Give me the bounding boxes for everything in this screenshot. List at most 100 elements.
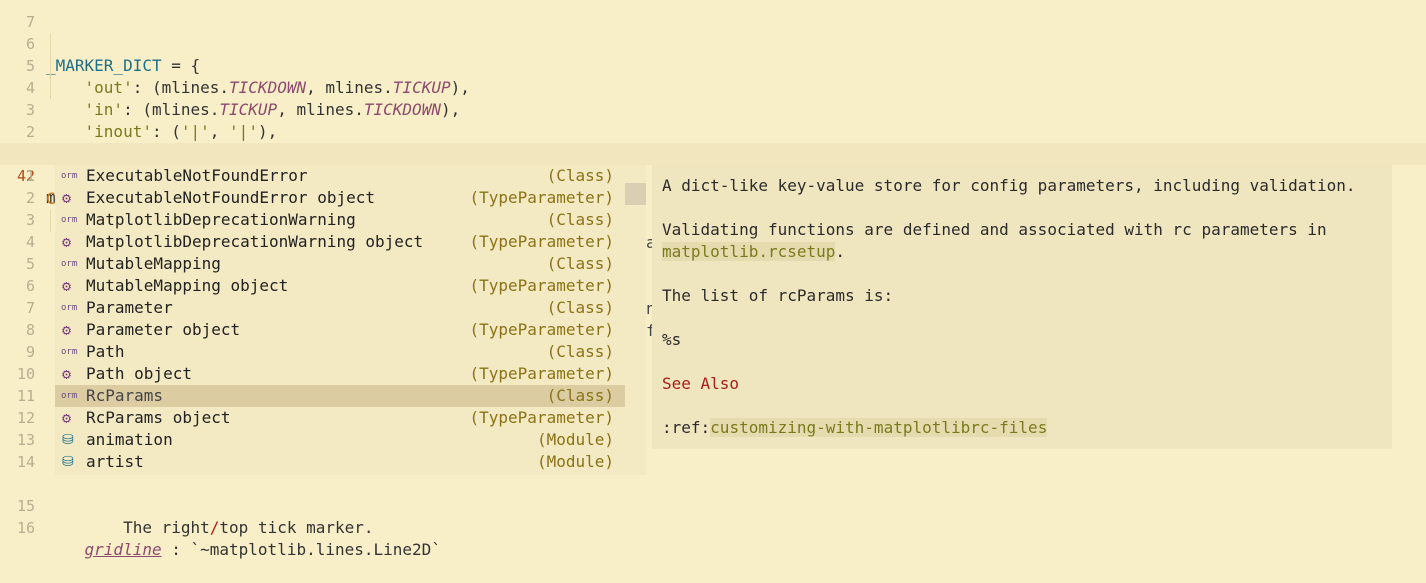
code-text: right: [161, 518, 210, 537]
current-line[interactable]: 42 mpl.⁀: [0, 143, 1426, 207]
completion-item-kind: (Class): [546, 386, 614, 405]
line-number: 4: [25, 233, 35, 251]
completion-item[interactable]: ⚙ ExecutableNotFoundError object (TypePara…: [55, 187, 625, 209]
completion-item-kind: (Class): [546, 298, 614, 317]
code-line: 15 The right/top tick marker.: [0, 473, 1426, 537]
completion-item-label: RcParams: [86, 386, 164, 405]
completion-item[interactable]: ⛁ animation (Module): [55, 429, 625, 451]
completion-item[interactable]: orm RcParams (Class): [55, 385, 625, 407]
line-number: 8: [25, 321, 35, 339]
completion-item-label: artist: [86, 452, 144, 471]
completion-item-kind: (Class): [546, 210, 614, 229]
doc-text: A dict-like key-value store for config p…: [662, 176, 1356, 195]
completion-item[interactable]: orm MutableMapping (Class): [55, 253, 625, 275]
class-icon: orm: [61, 303, 78, 313]
code-line: 2 }: [0, 99, 1426, 163]
completion-item-kind: (TypeParameter): [469, 364, 615, 383]
documentation-popup: A dict-like key-value store for config p…: [652, 165, 1392, 449]
code-line: 4 'in': (mlines.TICKUP, mlines.TICKDOWN)…: [0, 55, 1426, 119]
completion-item-kind: (TypeParameter): [469, 188, 615, 207]
completion-item-label: Path object: [86, 364, 192, 383]
completion-item[interactable]: orm Path (Class): [55, 341, 625, 363]
completion-item[interactable]: ⛁ artist (Module): [55, 451, 625, 473]
line-number: 3: [25, 211, 35, 229]
type-parameter-icon: ⚙: [62, 321, 72, 339]
completion-item-kind: (TypeParameter): [469, 408, 615, 427]
line-number: 12: [16, 409, 35, 427]
completion-item-label: Parameter: [86, 298, 173, 317]
completion-item-kind: (Class): [546, 166, 614, 185]
module-icon: ⛁: [62, 454, 74, 470]
line-number: 14: [16, 453, 35, 471]
class-icon: orm: [61, 215, 78, 225]
completion-scrollbar[interactable]: [625, 165, 646, 475]
doc-code-span: customizing-with-matplotlibrc-files: [710, 418, 1048, 437]
completion-item[interactable]: ⚙ MutableMapping object (TypeParameter): [55, 275, 625, 297]
completion-item-label: RcParams object: [86, 408, 231, 427]
line-number: 1: [25, 167, 35, 185]
completion-item[interactable]: orm Parameter (Class): [55, 297, 625, 319]
completion-item-kind: (Class): [546, 254, 614, 273]
class-icon: orm: [61, 391, 78, 401]
module-icon: ⛁: [62, 432, 74, 448]
completion-item-kind: (TypeParameter): [469, 320, 615, 339]
doc-text: Validating functions are defined and ass…: [662, 220, 1327, 239]
code-line: 3 'inout': ('|', '|'),: [0, 77, 1426, 141]
completion-item-label: ExecutableNotFoundError object: [86, 188, 375, 207]
line-number: 10: [16, 365, 35, 383]
doc-heading: See Also: [662, 374, 740, 393]
line-number: 13: [16, 431, 35, 449]
completion-item-label: animation: [86, 430, 173, 449]
class-icon: orm: [61, 259, 78, 269]
doc-text: %s: [662, 330, 682, 349]
code-text: top tick marker.: [219, 518, 374, 537]
code-line: 7: [0, 0, 1426, 31]
line-number: 5: [25, 255, 35, 273]
completion-scrollbar-thumb[interactable]: [625, 183, 646, 205]
parameter-name: gridline: [84, 540, 162, 559]
completion-item-label: MatplotlibDeprecationWarning: [86, 210, 356, 229]
code-line: 16 gridline : `~matplotlib.lines.Line2D`: [0, 495, 1426, 559]
completion-item[interactable]: orm ExecutableNotFoundError (Class): [55, 165, 625, 187]
line-number: 9: [25, 343, 35, 361]
completion-item[interactable]: ⚙ Parameter object (TypeParameter): [55, 319, 625, 341]
completion-item[interactable]: ⚙ MatplotlibDeprecationWarning object (Typ…: [55, 231, 625, 253]
completion-item-label: MutableMapping: [86, 254, 221, 273]
completion-item-kind: (Module): [536, 430, 614, 449]
completion-item-kind: (Module): [536, 452, 614, 471]
code-text: /: [209, 518, 220, 537]
line-number: 2: [25, 189, 35, 207]
class-icon: orm: [61, 347, 78, 357]
line-number: 7: [25, 299, 35, 317]
completion-item[interactable]: orm MatplotlibDeprecationWarning (Class): [55, 209, 625, 231]
completion-item-kind: (Class): [546, 342, 614, 361]
type-parameter-icon: ⚙: [62, 365, 72, 383]
line-number: 11: [16, 387, 35, 405]
code-line: 1: [0, 121, 1426, 163]
doc-text: The list of rcParams is:: [662, 286, 894, 305]
code-text: The: [46, 518, 162, 537]
doc-text: :ref:: [662, 418, 711, 437]
line-number: 16: [16, 519, 35, 537]
line-number: 6: [25, 277, 35, 295]
completion-item-label: Path: [86, 342, 125, 361]
completion-item-kind: (TypeParameter): [469, 232, 615, 251]
completion-item-label: ExecutableNotFoundError: [86, 166, 308, 185]
completion-item-label: MutableMapping object: [86, 276, 289, 295]
completion-item-label: MatplotlibDeprecationWarning object: [86, 232, 424, 251]
completion-menu[interactable]: orm ExecutableNotFoundError (Class) ⚙ Execut…: [55, 165, 625, 475]
doc-text: :ref:customizing-with-matplotlibrc-files: [662, 417, 1048, 439]
code-line: 6 _MARKER_DICT = {: [0, 11, 1426, 75]
type-parameter-icon: ⚙: [62, 233, 72, 251]
completion-item-label: Parameter object: [86, 320, 241, 339]
completion-item[interactable]: ⚙ Path object (TypeParameter): [55, 363, 625, 385]
doc-text: matplotlib.rcsetup.: [662, 241, 845, 263]
completion-item[interactable]: ⚙ RcParams object (TypeParameter): [55, 407, 625, 429]
type-parameter-icon: ⚙: [62, 277, 72, 295]
completion-item-kind: (TypeParameter): [469, 276, 615, 295]
type-parameter-icon: ⚙: [62, 189, 72, 207]
code-text: : `~matplotlib.lines.Line2D`: [161, 540, 441, 559]
doc-text: .: [835, 242, 846, 261]
type-parameter-icon: ⚙: [62, 409, 72, 427]
